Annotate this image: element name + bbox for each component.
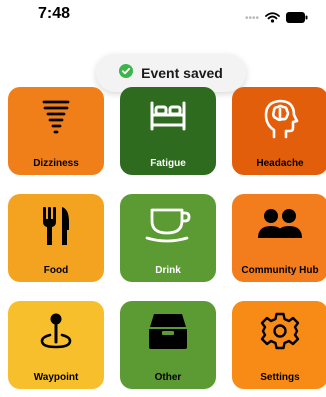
toast-message: Event saved [141, 65, 223, 81]
community-hub-tile[interactable]: Community Hub [232, 194, 326, 282]
tile-label: Other [154, 372, 182, 383]
signal-dots-icon: •••• [244, 13, 259, 24]
check-circle-icon [119, 63, 134, 83]
tile-label: Settings [260, 372, 300, 383]
bed-icon [120, 97, 216, 137]
drink-tile[interactable]: Drink [120, 194, 216, 282]
tray-icon [120, 311, 216, 351]
tile-label: Community Hub [241, 265, 319, 276]
tile-label: Dizziness [33, 158, 79, 169]
tile-label: Food [43, 265, 69, 276]
people-icon [232, 204, 326, 244]
waypoint-tile[interactable]: Waypoint [8, 301, 104, 389]
status-time: 7:48 [38, 5, 71, 22]
settings-tile[interactable]: Settings [232, 301, 326, 389]
headache-tile[interactable]: Headache [232, 87, 326, 175]
tile-label: Headache [256, 158, 304, 169]
tile-label: Drink [155, 265, 181, 276]
wifi-icon [265, 10, 280, 28]
fork-knife-icon [8, 204, 104, 248]
other-tile[interactable]: Other [120, 301, 216, 389]
battery-icon [286, 10, 308, 28]
food-tile[interactable]: Food [8, 194, 104, 282]
status-bar: 7:48 •••• [0, 0, 326, 32]
dizziness-tile[interactable]: Dizziness [8, 87, 104, 175]
tile-label: Fatigue [150, 158, 186, 169]
status-icons: •••• [245, 10, 308, 28]
tornado-icon [8, 97, 104, 137]
brain-head-icon [232, 97, 326, 141]
gear-icon [232, 311, 326, 351]
cup-icon [120, 204, 216, 244]
tile-label: Waypoint [33, 372, 79, 383]
fatigue-tile[interactable]: Fatigue [120, 87, 216, 175]
map-pin-icon [8, 311, 104, 353]
